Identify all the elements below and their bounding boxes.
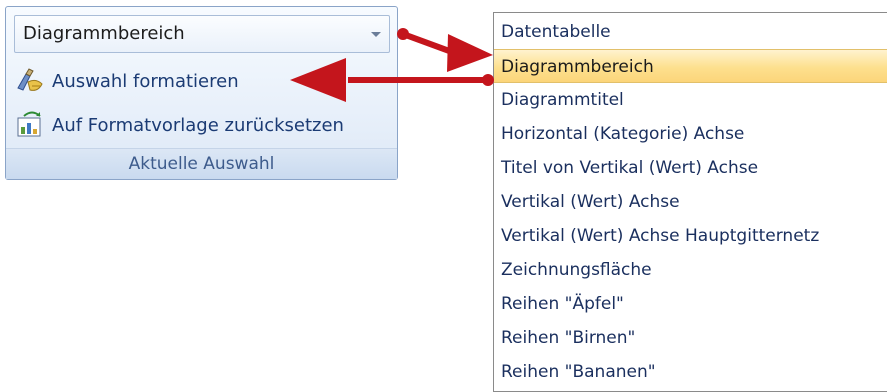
annotation-arrows xyxy=(290,28,494,102)
arrow-combo-to-list xyxy=(397,28,493,72)
